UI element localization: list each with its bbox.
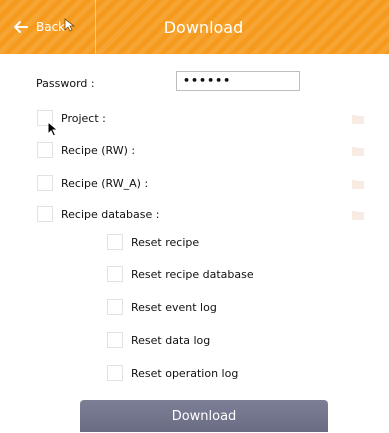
- download-button[interactable]: Download: [80, 400, 328, 432]
- folder-icon[interactable]: [352, 179, 364, 189]
- reset-operation-log-checkbox[interactable]: [107, 365, 123, 381]
- back-label: Back: [36, 20, 66, 34]
- reset-data-log-checkbox[interactable]: [107, 332, 123, 348]
- password-label: Password :: [36, 77, 95, 90]
- recipe-rw-a-checkbox[interactable]: [37, 175, 53, 191]
- reset-recipe-label: Reset recipe: [131, 235, 200, 249]
- cursor-icon: [47, 121, 59, 137]
- download-page: Back Download Password : •••••• Project …: [0, 0, 389, 433]
- folder-icon[interactable]: [352, 210, 364, 220]
- page-title: Download: [163, 17, 244, 37]
- folder-icon[interactable]: [352, 114, 364, 124]
- recipe-database-row[interactable]: Recipe database :: [37, 206, 159, 222]
- reset-recipe-database-label: Reset recipe database: [131, 267, 254, 281]
- cursor-icon: [64, 18, 75, 32]
- reset-recipe-row[interactable]: Reset recipe: [107, 234, 199, 250]
- recipe-rw-a-row[interactable]: Recipe (RW_A) :: [37, 175, 148, 191]
- recipe-rw-a-label: Recipe (RW_A) :: [61, 176, 149, 190]
- recipe-rw-checkbox[interactable]: [37, 142, 53, 158]
- recipe-database-label: Recipe database :: [61, 207, 160, 221]
- reset-event-log-label: Reset event log: [131, 300, 217, 314]
- recipe-rw-label: Recipe (RW) :: [61, 143, 136, 157]
- reset-event-log-checkbox[interactable]: [107, 299, 123, 315]
- back-button[interactable]: Back: [0, 0, 95, 54]
- folder-icon[interactable]: [352, 146, 364, 156]
- arrow-left-icon: [14, 21, 28, 33]
- recipe-database-checkbox[interactable]: [37, 206, 53, 222]
- reset-operation-log-row[interactable]: Reset operation log: [107, 365, 238, 381]
- reset-recipe-checkbox[interactable]: [107, 234, 123, 250]
- reset-data-log-label: Reset data log: [131, 333, 211, 347]
- reset-event-log-row[interactable]: Reset event log: [107, 299, 217, 315]
- header-bar: Back Download: [0, 0, 389, 54]
- reset-recipe-database-checkbox[interactable]: [107, 266, 123, 282]
- reset-data-log-row[interactable]: Reset data log: [107, 332, 210, 348]
- reset-recipe-database-row[interactable]: Reset recipe database: [107, 266, 254, 282]
- project-label: Project :: [61, 111, 106, 125]
- recipe-rw-row[interactable]: Recipe (RW) :: [37, 142, 135, 158]
- reset-operation-log-label: Reset operation log: [131, 366, 239, 380]
- password-field[interactable]: ••••••: [176, 71, 300, 91]
